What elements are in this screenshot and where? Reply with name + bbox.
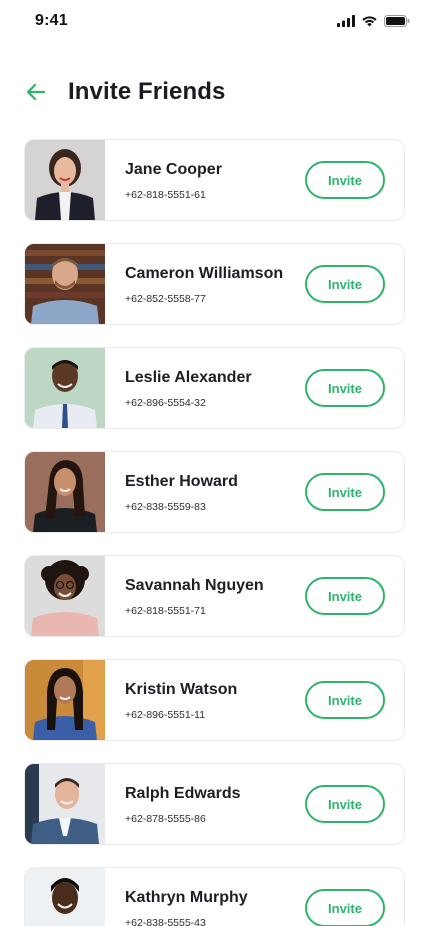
contact-name: Kathryn Murphy — [125, 889, 248, 906]
contact-card: Jane Cooper +62-818-5551-61 Invite — [24, 139, 405, 221]
invite-button[interactable]: Invite — [305, 785, 385, 823]
contact-card: Esther Howard +62-838-5559-83 Invite — [24, 451, 405, 533]
contact-name: Jane Cooper — [125, 161, 222, 178]
page-title: Invite Friends — [68, 78, 226, 105]
avatar — [25, 140, 105, 220]
avatar — [25, 452, 105, 532]
contact-name: Esther Howard — [125, 473, 238, 490]
avatar — [25, 764, 105, 844]
wifi-icon — [361, 14, 378, 32]
contact-name: Leslie Alexander — [125, 369, 252, 386]
contact-phone: +62-896-5551-11 — [125, 709, 206, 721]
invite-button[interactable]: Invite — [305, 265, 385, 303]
status-icons — [337, 14, 410, 32]
avatar — [25, 348, 105, 428]
avatar — [25, 868, 105, 926]
contact-name: Cameron Williamson — [125, 265, 284, 282]
contact-card: Savannah Nguyen +62-818-5551-71 Invite — [24, 555, 405, 637]
contact-card: Cameron Williamson +62-852-5558-77 Invit… — [24, 243, 405, 325]
signal-icon — [337, 14, 355, 32]
invite-button[interactable]: Invite — [305, 161, 385, 199]
invite-button[interactable]: Invite — [305, 369, 385, 407]
status-time: 9:41 — [35, 12, 68, 29]
contact-phone: +62-852-5558-77 — [125, 293, 206, 305]
contact-card: Kristin Watson +62-896-5551-11 Invite — [24, 659, 405, 741]
contact-phone: +62-896-5554-32 — [125, 397, 206, 409]
contact-name: Kristin Watson — [125, 681, 238, 698]
avatar — [25, 660, 105, 740]
contact-card: Leslie Alexander +62-896-5554-32 Invite — [24, 347, 405, 429]
status-bar: 9:41 — [0, 0, 428, 44]
contact-phone: +62-878-5555-86 — [125, 813, 206, 825]
contact-phone: +62-838-5559-83 — [125, 501, 206, 513]
contact-phone: +62-818-5551-71 — [125, 605, 206, 617]
contact-name: Ralph Edwards — [125, 785, 241, 802]
invite-button[interactable]: Invite — [305, 889, 385, 926]
invite-button[interactable]: Invite — [305, 473, 385, 511]
avatar — [25, 244, 105, 324]
contact-phone: +62-838-5555-43 — [125, 917, 206, 926]
contact-name: Savannah Nguyen — [125, 577, 264, 594]
invite-button[interactable]: Invite — [305, 577, 385, 615]
contact-card: Ralph Edwards +62-878-5555-86 Invite — [24, 763, 405, 845]
header: Invite Friends — [0, 70, 428, 116]
back-button[interactable] — [24, 80, 48, 104]
arrow-left-icon — [26, 83, 46, 101]
contact-phone: +62-818-5551-61 — [125, 189, 206, 201]
avatar — [25, 556, 105, 636]
battery-icon — [384, 14, 410, 32]
contact-card: Kathryn Murphy +62-838-5555-43 Invite — [24, 867, 405, 926]
invite-button[interactable]: Invite — [305, 681, 385, 719]
